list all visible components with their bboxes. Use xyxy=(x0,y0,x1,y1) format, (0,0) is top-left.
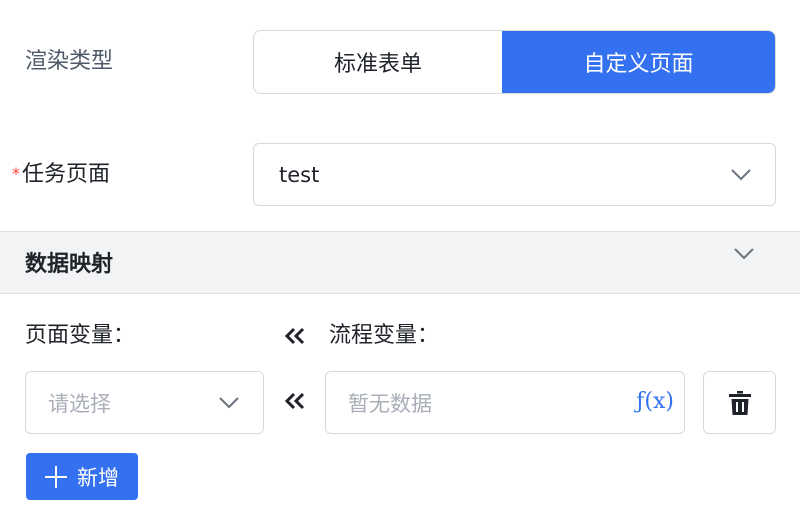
formula-button[interactable]: ƒ(x) xyxy=(636,387,674,417)
data-mapping-title: 数据映射 xyxy=(25,252,114,277)
flow-variable-label: 流程变量： xyxy=(329,323,440,348)
add-mapping-label: 新增 xyxy=(77,465,119,490)
task-page-label-wrap: *任务页面 xyxy=(12,160,110,191)
plus-icon xyxy=(45,465,67,488)
render-type-option-standard-form[interactable]: 标准表单 xyxy=(254,31,502,93)
page-variable-placeholder: 请选择 xyxy=(48,391,111,416)
flow-variable-placeholder: 暂无数据 xyxy=(348,391,432,416)
delete-row-button[interactable] xyxy=(703,371,776,434)
double-chevron-left-icon xyxy=(284,327,305,345)
render-type-label: 渲染类型 xyxy=(25,49,114,74)
trash-icon xyxy=(728,390,751,415)
render-type-segmented-control: 标准表单 自定义页面 xyxy=(253,30,776,94)
data-mapping-section-header[interactable]: 数据映射 xyxy=(0,231,800,294)
task-page-label: 任务页面 xyxy=(22,162,111,187)
task-page-value: test xyxy=(279,162,320,187)
chevron-down-icon[interactable] xyxy=(734,248,754,260)
double-chevron-left-icon xyxy=(284,392,305,410)
add-mapping-button[interactable]: 新增 xyxy=(26,453,138,500)
required-mark: * xyxy=(12,164,20,183)
chevron-down-icon xyxy=(731,168,751,180)
task-page-select[interactable]: test xyxy=(253,143,776,206)
render-type-option-custom-page[interactable]: 自定义页面 xyxy=(502,31,775,93)
page-variable-select[interactable]: 请选择 xyxy=(25,371,264,434)
page-variable-label: 页面变量： xyxy=(25,323,136,348)
chevron-down-icon xyxy=(219,396,239,408)
flow-variable-input[interactable]: 暂无数据 ƒ(x) xyxy=(325,371,685,434)
